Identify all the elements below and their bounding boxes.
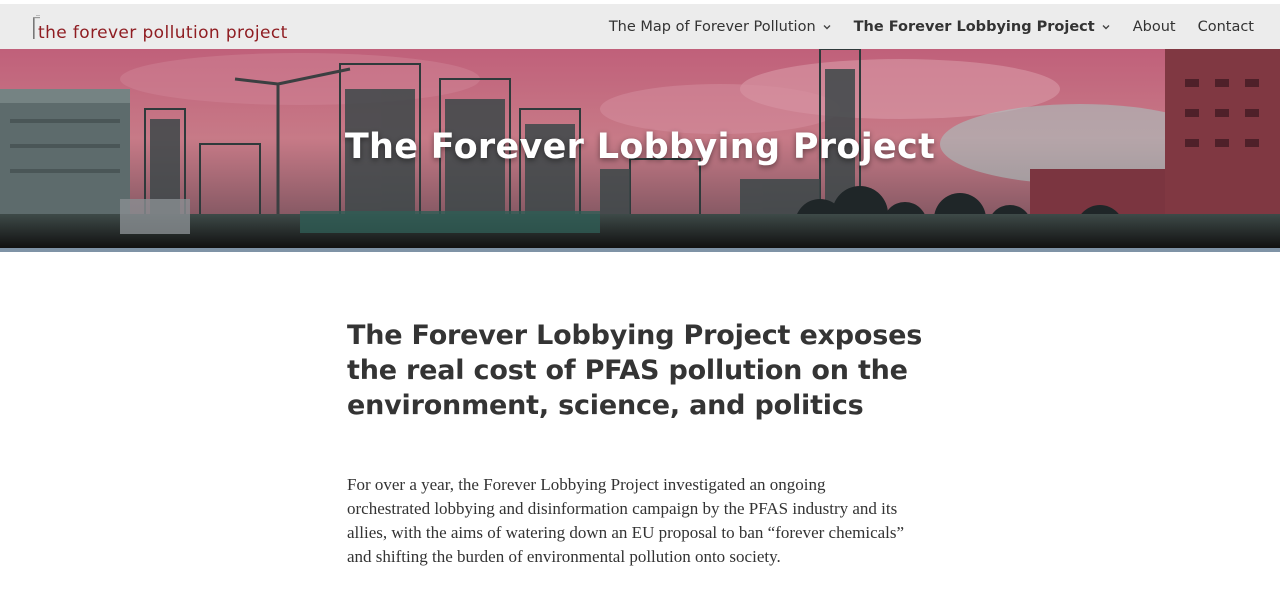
hero-banner: The Forever Lobbying Project (0, 49, 1280, 248)
main-nav: The Map of Forever Pollution The Forever… (587, 4, 1254, 49)
chevron-down-icon (1102, 24, 1110, 29)
nav-item-contact[interactable]: Contact (1198, 19, 1254, 35)
article-intro: For over a year, the Forever Lobbying Pr… (347, 475, 905, 566)
nav-item-label: Contact (1197, 18, 1254, 35)
site-logo[interactable]: the forever pollution project (32, 15, 288, 43)
nav-item-label: The Forever Lobbying Project (853, 18, 1095, 35)
nav-item-map[interactable]: The Map of Forever Pollution (609, 19, 832, 35)
article-content: The Forever Lobbying Project exposes the… (347, 318, 947, 569)
site-header: the forever pollution project The Map of… (0, 0, 1280, 49)
nav-item-label: The Map of Forever Pollution (608, 18, 816, 35)
hero-divider (0, 248, 1280, 252)
chevron-down-icon (823, 24, 831, 29)
chimney-icon (33, 15, 40, 39)
nav-item-about[interactable]: About (1133, 19, 1176, 35)
nav-item-label: About (1132, 18, 1176, 35)
nav-item-lobbying[interactable]: The Forever Lobbying Project (854, 19, 1111, 35)
article-headline: The Forever Lobbying Project exposes the… (347, 320, 923, 421)
logo-text: the forever pollution project (38, 23, 288, 43)
hero-title: The Forever Lobbying Project (344, 127, 936, 167)
